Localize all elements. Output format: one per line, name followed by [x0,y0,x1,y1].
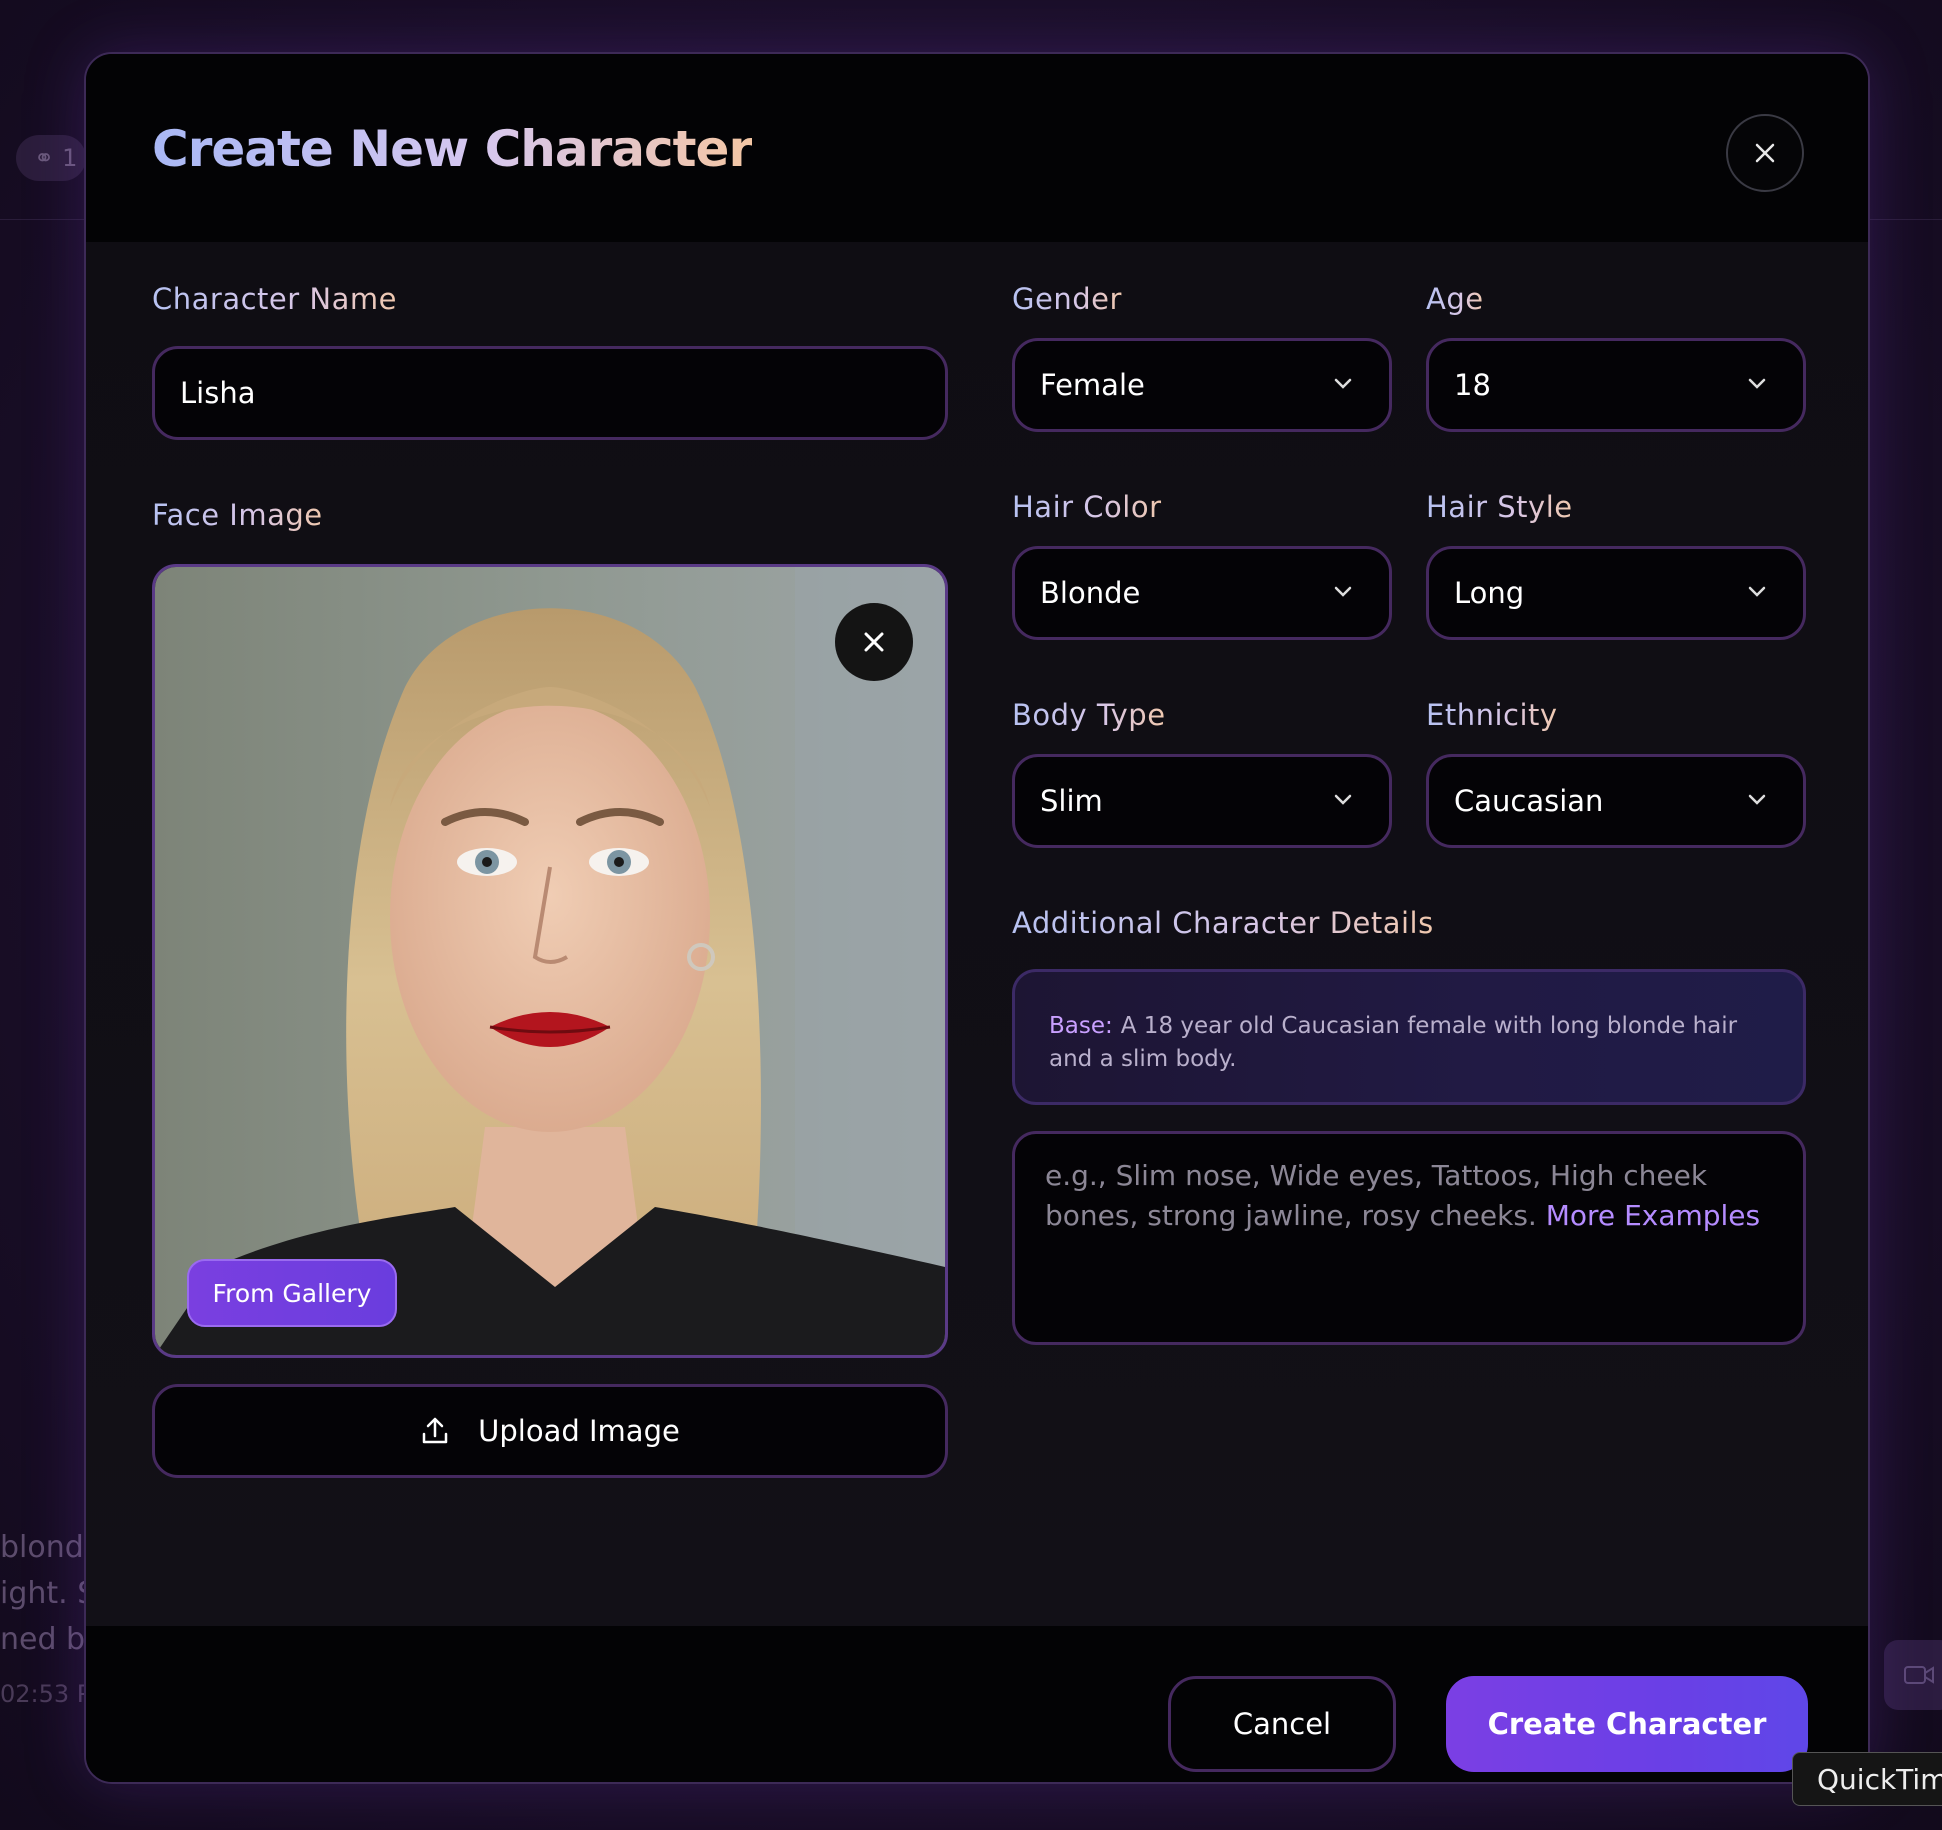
additional-details-label: Additional Character Details [1012,906,1434,940]
body-type-select[interactable]: Slim [1012,754,1392,848]
hair-color-value: Blonde [1040,576,1141,610]
more-examples-link[interactable]: More Examples [1546,1199,1760,1232]
close-icon [1755,143,1775,163]
character-name-input[interactable]: Lisha [152,346,948,440]
create-character-modal: Create New Character Character Name Lish… [84,52,1870,1784]
background-text-line: blond [0,1530,84,1565]
base-key: Base: [1049,1013,1113,1039]
upload-icon [422,1417,448,1444]
modal-body: Character Name Lisha Face Image From Gal… [86,242,1868,1626]
ethnicity-select[interactable]: Caucasian [1426,754,1806,848]
link-icon: ⚭ [34,144,55,172]
chevron-down-icon [1334,794,1352,805]
hair-style-value: Long [1454,576,1525,610]
face-image-label: Face Image [152,498,323,532]
base-description-box: Base: A 18 year old Caucasian female with… [1012,969,1806,1105]
hair-style-label: Hair Style [1426,490,1573,524]
background-timestamp: 02:53 P [0,1680,92,1708]
age-select[interactable]: 18 [1426,338,1806,432]
base-description-text: A 18 year old Caucasian female with long… [1049,1013,1738,1072]
ethnicity-label: Ethnicity [1426,698,1558,732]
ethnicity-value: Caucasian [1454,784,1604,818]
face-image-preview: From Gallery [152,564,948,1358]
modal-header: Create New Character [86,54,1868,242]
age-label: Age [1426,282,1484,316]
chevron-down-icon [1748,378,1766,389]
hair-style-select[interactable]: Long [1426,546,1806,640]
additional-details-textarea[interactable]: e.g., Slim nose, Wide eyes, Tattoos, Hig… [1012,1131,1806,1345]
close-modal-button[interactable] [1726,114,1804,192]
hair-color-label: Hair Color [1012,490,1162,524]
close-icon [864,632,884,652]
body-type-label: Body Type [1012,698,1166,732]
gender-value: Female [1040,368,1145,402]
chevron-down-icon [1334,378,1352,389]
chevron-down-icon [1748,794,1766,805]
body-type-value: Slim [1040,784,1103,818]
remove-image-button[interactable] [835,603,913,681]
character-name-label: Character Name [152,282,397,316]
chevron-down-icon [1334,586,1352,597]
from-gallery-button[interactable]: From Gallery [187,1259,397,1327]
create-character-button[interactable]: Create Character [1446,1676,1808,1772]
upload-image-label: Upload Image [478,1414,680,1448]
modal-footer: Cancel Create Character [86,1626,1868,1782]
upload-image-button[interactable]: Upload Image [152,1384,948,1478]
background-video-button[interactable] [1884,1640,1942,1710]
cancel-button[interactable]: Cancel [1168,1676,1396,1772]
age-value: 18 [1454,368,1491,402]
chevron-down-icon [1748,586,1766,597]
quicktime-tooltip: QuickTime [1792,1752,1942,1806]
modal-title: Create New Character [152,120,753,178]
background-chip: ⚭ 1 [16,135,86,181]
background-chip-count: 1 [62,144,78,172]
gender-label: Gender [1012,282,1122,316]
face-portrait-image [155,567,945,1355]
hair-color-select[interactable]: Blonde [1012,546,1392,640]
background-text-line: ight. S [0,1576,97,1611]
gender-select[interactable]: Female [1012,338,1392,432]
video-icon [1904,1666,1934,1684]
